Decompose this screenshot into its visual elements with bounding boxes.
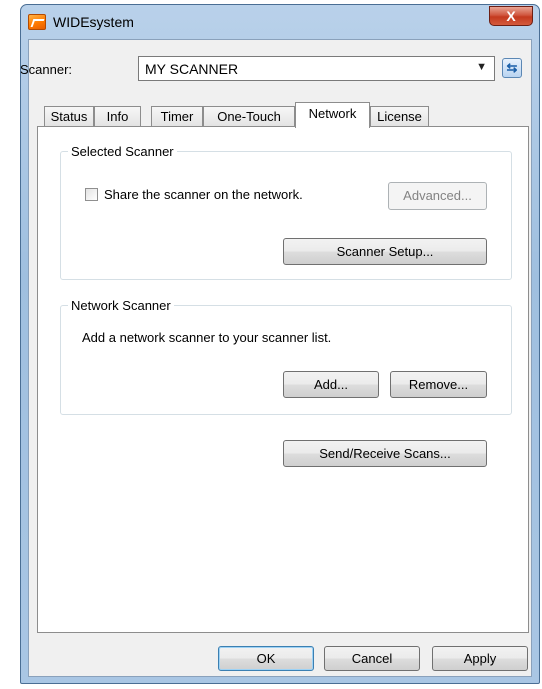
- tab-info[interactable]: Info: [94, 106, 141, 127]
- send-receive-scans-button[interactable]: Send/Receive Scans...: [283, 440, 487, 467]
- share-scanner-checkbox[interactable]: [85, 188, 98, 201]
- title-bar[interactable]: WIDEsystem X: [21, 5, 539, 39]
- advanced-button[interactable]: Advanced...: [388, 182, 487, 210]
- share-scanner-label[interactable]: Share the scanner on the network.: [104, 187, 303, 202]
- apply-button[interactable]: Apply: [432, 646, 528, 671]
- refresh-button[interactable]: ⇆: [502, 58, 522, 78]
- scanner-setup-button[interactable]: Scanner Setup...: [283, 238, 487, 265]
- network-scanner-description: Add a network scanner to your scanner li…: [82, 330, 332, 345]
- scanner-select[interactable]: MY SCANNER ▼: [138, 56, 495, 81]
- scanner-label: Scanner:: [20, 62, 73, 77]
- tab-network[interactable]: Network: [295, 102, 370, 128]
- window-title: WIDEsystem: [53, 14, 134, 30]
- refresh-icon: ⇆: [506, 60, 518, 75]
- network-scanner-legend: Network Scanner: [71, 298, 171, 313]
- scanner-select-value: MY SCANNER: [145, 61, 239, 77]
- add-network-scanner-button[interactable]: Add...: [283, 371, 379, 398]
- ok-button[interactable]: OK: [218, 646, 314, 671]
- tab-one-touch[interactable]: One-Touch: [203, 106, 295, 127]
- selected-scanner-legend: Selected Scanner: [71, 144, 174, 159]
- tab-status[interactable]: Status: [44, 106, 94, 127]
- close-button[interactable]: X: [489, 6, 533, 26]
- tab-license[interactable]: License: [370, 106, 429, 127]
- app-icon: [28, 14, 46, 30]
- chevron-down-icon: ▼: [476, 61, 487, 73]
- remove-network-scanner-button[interactable]: Remove...: [390, 371, 487, 398]
- tab-timer[interactable]: Timer: [151, 106, 203, 127]
- cancel-button[interactable]: Cancel: [324, 646, 420, 671]
